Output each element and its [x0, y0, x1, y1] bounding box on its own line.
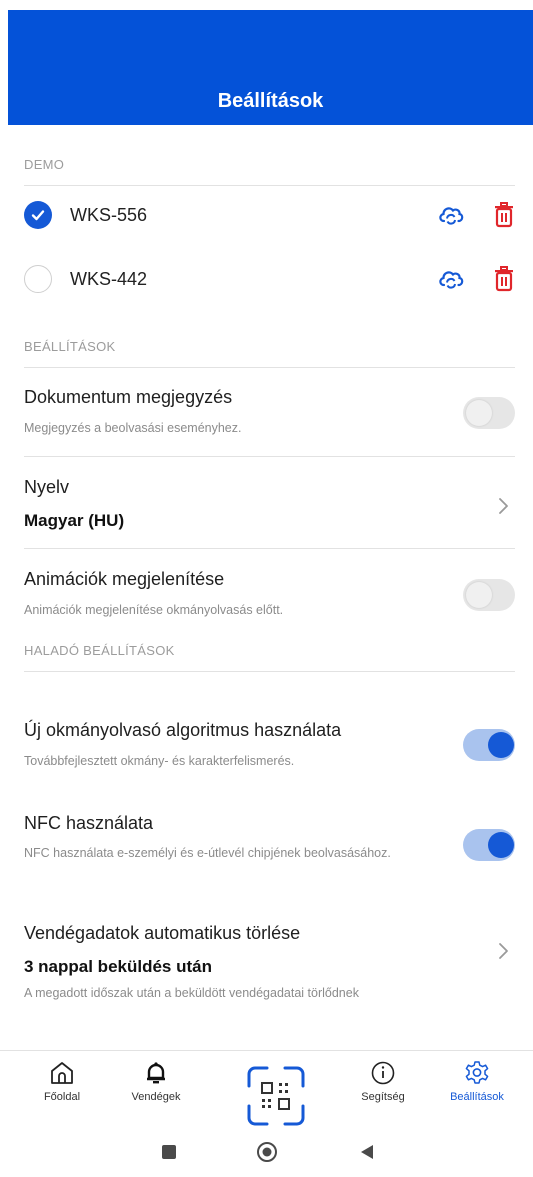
nav-item-guests[interactable]: Vendégek: [111, 1059, 201, 1103]
section-label-demo: DEMO: [24, 157, 65, 172]
chevron-right-icon: [499, 943, 508, 959]
nav-label: Segítség: [361, 1091, 405, 1103]
setting-title: NFC használata: [24, 813, 154, 833]
radio-selected[interactable]: [24, 201, 52, 229]
trash-icon[interactable]: [493, 202, 515, 228]
divider: [24, 367, 515, 368]
radio-unselected[interactable]: [24, 265, 52, 293]
back-icon[interactable]: [358, 1143, 376, 1161]
cloud-sync-icon[interactable]: [437, 267, 465, 291]
animations-toggle[interactable]: [463, 579, 515, 611]
bell-icon: [147, 1062, 165, 1084]
trash-icon[interactable]: [493, 266, 515, 292]
system-navigation-bar: [0, 1130, 533, 1177]
home-icon: [51, 1062, 73, 1084]
check-icon: [31, 210, 45, 221]
nav-item-settings[interactable]: Beállítások: [432, 1059, 522, 1103]
device-name: WKS-442: [70, 268, 148, 289]
page-title: Beállítások: [217, 90, 324, 112]
setting-subtitle: A megadott időszak után a beküldött vend…: [24, 986, 359, 1000]
cloud-sync-icon[interactable]: [437, 203, 465, 227]
nav-label: Főoldal: [43, 1091, 81, 1103]
divider: [24, 671, 515, 672]
qr-scan-icon: [247, 1066, 305, 1126]
setting-subtitle: NFC használata e-személyi és e-útlevél c…: [24, 846, 391, 860]
document-note-toggle[interactable]: [463, 397, 515, 429]
setting-subtitle: Továbbfejlesztett okmány- és karakterfel…: [24, 754, 295, 768]
setting-title: Vendégadatok automatikus törlése: [24, 923, 301, 943]
nav-label: Vendégek: [131, 1091, 181, 1103]
device-row-wks-556[interactable]: WKS-556: [24, 195, 515, 235]
divider: [24, 456, 515, 457]
chevron-right-icon: [499, 498, 508, 514]
info-icon: [371, 1061, 395, 1085]
setting-subtitle: Megjegyzés a beolvasási eseményhez.: [24, 421, 242, 435]
bottom-navigation: Főoldal Vendégek Segítség Beállítások: [0, 1050, 533, 1130]
setting-value: Magyar (HU): [24, 511, 125, 530]
setting-value: 3 nappal beküldés után: [24, 957, 212, 976]
gear-icon: [465, 1061, 489, 1084]
nav-item-help[interactable]: Segítség: [338, 1059, 428, 1103]
qr-scan-button[interactable]: [245, 1066, 307, 1126]
new-algorithm-toggle[interactable]: [463, 729, 515, 761]
setting-title: Nyelv: [24, 477, 70, 497]
setting-title: Dokumentum megjegyzés: [24, 387, 233, 407]
nfc-toggle[interactable]: [463, 829, 515, 861]
setting-title: Animációk megjelenítése: [24, 569, 225, 589]
app-header: Beállítások: [8, 10, 533, 125]
section-label-settings: BEÁLLÍTÁSOK: [24, 339, 116, 354]
device-row-wks-442[interactable]: WKS-442: [24, 259, 515, 299]
device-name: WKS-556: [70, 204, 148, 225]
recent-apps-icon[interactable]: [160, 1143, 178, 1161]
nav-label: Beállítások: [450, 1091, 504, 1103]
home-button-icon[interactable]: [256, 1141, 278, 1163]
divider: [24, 548, 515, 549]
nav-item-home[interactable]: Főoldal: [17, 1059, 107, 1103]
divider: [24, 185, 515, 186]
section-label-advanced: HALADÓ BEÁLLÍTÁSOK: [24, 643, 175, 658]
setting-title: Új okmányolvasó algoritmus használata: [24, 720, 342, 740]
setting-subtitle: Animációk megjelenítése okmányolvasás el…: [24, 603, 284, 617]
